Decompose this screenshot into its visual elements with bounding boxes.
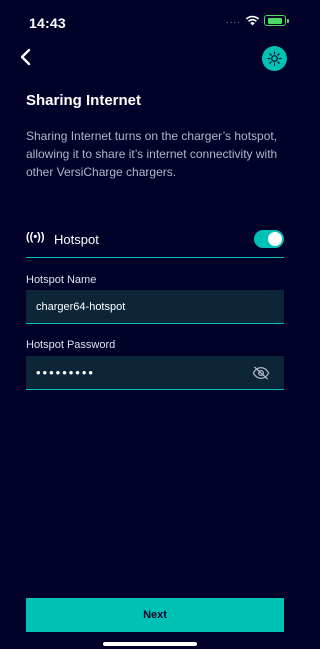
- hotspot-password-field[interactable]: [26, 356, 284, 390]
- home-indicator: [103, 642, 197, 646]
- hotspot-label: Hotspot: [54, 232, 99, 247]
- hotspot-icon: ((•)): [26, 231, 45, 243]
- battery-charging-icon: [264, 15, 289, 26]
- next-button[interactable]: Next: [26, 598, 284, 632]
- hotspot-password-input[interactable]: [26, 356, 284, 389]
- hotspot-password-label: Hotspot Password: [26, 339, 116, 351]
- status-time: 14:43: [29, 15, 66, 31]
- status-icons: ....: [225, 15, 289, 26]
- status-bar: 14:43 ....: [0, 0, 300, 44]
- wifi-icon: [245, 15, 260, 26]
- toggle-knob: [268, 232, 282, 246]
- hotspot-name-label: Hotspot Name: [26, 274, 97, 286]
- chevron-left-icon: [20, 48, 31, 66]
- theme-toggle-button[interactable]: [262, 46, 287, 71]
- hotspot-name-field[interactable]: [26, 290, 284, 324]
- sun-icon: [267, 51, 282, 66]
- eye-off-icon[interactable]: [252, 365, 270, 381]
- hotspot-name-input[interactable]: [26, 290, 284, 323]
- signal-indicator: ....: [225, 15, 241, 26]
- hotspot-toggle[interactable]: [254, 230, 284, 248]
- hotspot-row: ((•)) Hotspot: [26, 222, 284, 258]
- back-button[interactable]: [14, 46, 36, 68]
- page-description: Sharing Internet turns on the charger’s …: [26, 129, 278, 179]
- page-title: Sharing Internet: [26, 92, 142, 109]
